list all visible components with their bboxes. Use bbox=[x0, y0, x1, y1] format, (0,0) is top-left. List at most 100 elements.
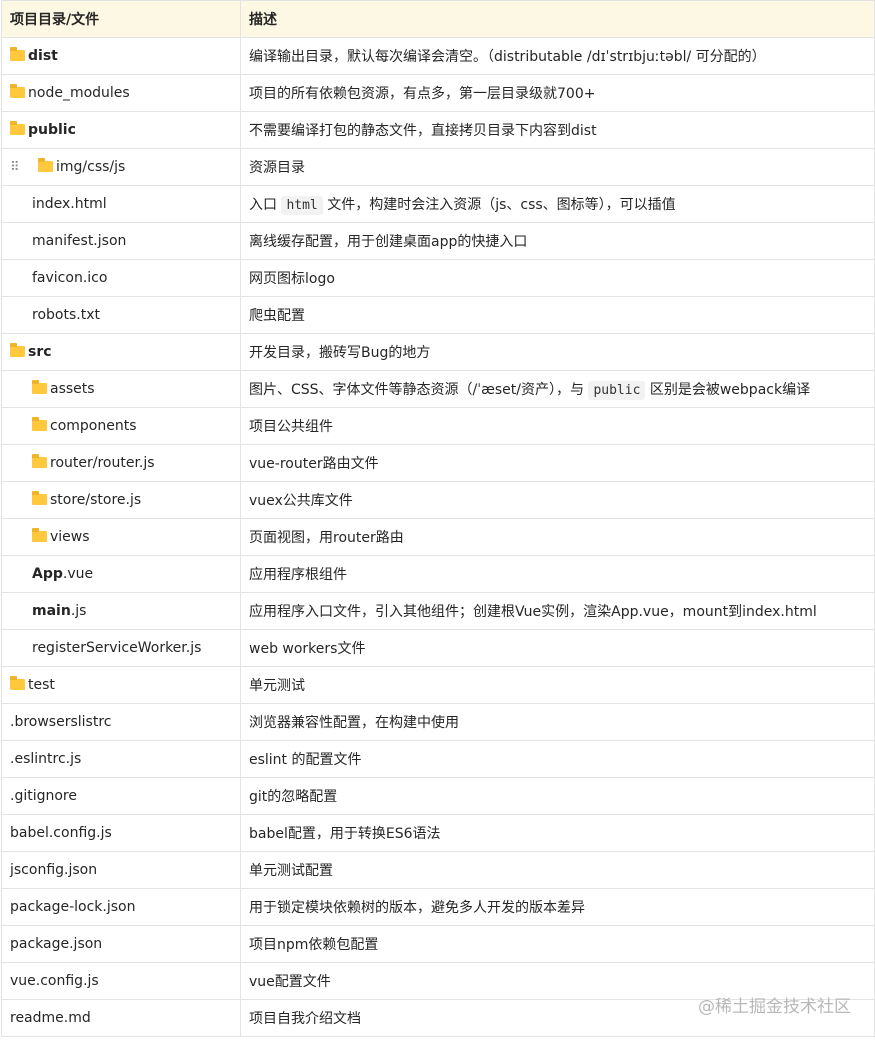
table-row: robots.txt 爬虫配置 bbox=[1, 296, 875, 334]
folder-icon bbox=[10, 343, 25, 357]
description-cell: 爬虫配置 bbox=[240, 296, 875, 334]
path-name: test bbox=[28, 677, 55, 693]
path-name: components bbox=[50, 418, 137, 434]
path-name: favicon.ico bbox=[32, 270, 108, 286]
folder-icon bbox=[32, 528, 47, 542]
folder-icon bbox=[32, 417, 47, 431]
path-cell: ⠿ img/css/js bbox=[1, 148, 241, 186]
path-name: views bbox=[50, 529, 90, 545]
description-cell: 开发目录，搬砖写Bug的地方 bbox=[240, 333, 875, 371]
path-cell: store/store.js bbox=[1, 481, 241, 519]
path-cell: components bbox=[1, 407, 241, 445]
column-header-description: 描述 bbox=[240, 0, 875, 38]
path-cell: .gitignore bbox=[1, 777, 241, 815]
table-header-row: 项目目录/文件 描述 bbox=[1, 0, 875, 38]
path-name: public bbox=[28, 122, 76, 138]
path-cell: readme.md bbox=[1, 999, 241, 1037]
table-row: src 开发目录，搬砖写Bug的地方 bbox=[1, 333, 875, 371]
description-text: 图片、CSS、字体文件等静态资源（/ˈæset/资产），与 bbox=[249, 382, 584, 398]
path-name: index.html bbox=[32, 196, 107, 212]
description-cell: 单元测试配置 bbox=[240, 851, 875, 889]
description-cell: vuex公共库文件 bbox=[240, 481, 875, 519]
table-row: babel.config.js babel配置，用于转换ES6语法 bbox=[1, 814, 875, 852]
path-cell: src bbox=[1, 333, 241, 371]
description-cell: 单元测试 bbox=[240, 666, 875, 704]
description-cell: 入口 html 文件，构建时会注入资源（js、css、图标等），可以插值 bbox=[240, 185, 875, 223]
path-name: router/router.js bbox=[50, 455, 155, 471]
path-cell: vue.config.js bbox=[1, 962, 241, 1000]
path-name: manifest.json bbox=[32, 233, 127, 249]
path-cell: robots.txt bbox=[1, 296, 241, 334]
table-row: manifest.json 离线缓存配置，用于创建桌面app的快捷入口 bbox=[1, 222, 875, 260]
description-cell: 不需要编译打包的静态文件，直接拷贝目录下内容到dist bbox=[240, 111, 875, 149]
drag-handle-icon[interactable]: ⠿ bbox=[10, 160, 38, 175]
table-row: dist 编译输出目录，默认每次编译会清空。（distributable /dɪ… bbox=[1, 37, 875, 75]
table-row: node_modules 项目的所有依赖包资源，有点多，第一层目录级就700+ bbox=[1, 74, 875, 112]
path-name-bold: App bbox=[32, 566, 63, 582]
table-row: views 页面视图，用router路由 bbox=[1, 518, 875, 556]
description-cell: 用于锁定模块依赖树的版本，避免多人开发的版本差异 bbox=[240, 888, 875, 926]
description-cell: git的忽略配置 bbox=[240, 777, 875, 815]
path-cell: App.vue bbox=[1, 555, 241, 593]
description-cell: eslint 的配置文件 bbox=[240, 740, 875, 778]
path-cell: registerServiceWorker.js bbox=[1, 629, 241, 667]
table-row: index.html 入口 html 文件，构建时会注入资源（js、css、图标… bbox=[1, 185, 875, 223]
description-text: 入口 bbox=[249, 197, 277, 213]
table-row: test 单元测试 bbox=[1, 666, 875, 704]
column-header-path: 项目目录/文件 bbox=[1, 0, 241, 38]
folder-icon bbox=[10, 84, 25, 98]
path-cell: dist bbox=[1, 37, 241, 75]
project-structure-table: 项目目录/文件 描述 dist 编译输出目录，默认每次编译会清空。（distri… bbox=[1, 0, 875, 1037]
path-cell: manifest.json bbox=[1, 222, 241, 260]
path-name: registerServiceWorker.js bbox=[32, 640, 202, 656]
path-cell: .eslintrc.js bbox=[1, 740, 241, 778]
path-name-ext: .js bbox=[70, 603, 87, 619]
description-cell: 应用程序根组件 bbox=[240, 555, 875, 593]
path-name: src bbox=[28, 344, 52, 360]
table-row: favicon.ico 网页图标logo bbox=[1, 259, 875, 297]
description-cell: 项目的所有依赖包资源，有点多，第一层目录级就700+ bbox=[240, 74, 875, 112]
path-cell: router/router.js bbox=[1, 444, 241, 482]
table-row: store/store.js vuex公共库文件 bbox=[1, 481, 875, 519]
path-cell: views bbox=[1, 518, 241, 556]
folder-icon bbox=[10, 676, 25, 690]
description-text: 文件，构建时会注入资源（js、css、图标等），可以插值 bbox=[327, 197, 676, 213]
path-name: store/store.js bbox=[50, 492, 142, 508]
table-row: ⠿ img/css/js 资源目录 bbox=[1, 148, 875, 186]
path-name: robots.txt bbox=[32, 307, 100, 323]
table-row: .gitignore git的忽略配置 bbox=[1, 777, 875, 815]
path-name: img/css/js bbox=[56, 159, 126, 175]
table-row: router/router.js vue-router路由文件 bbox=[1, 444, 875, 482]
description-cell: 项目公共组件 bbox=[240, 407, 875, 445]
path-cell: index.html bbox=[1, 185, 241, 223]
path-cell: jsconfig.json bbox=[1, 851, 241, 889]
description-text: 区别是会被webpack编译 bbox=[649, 382, 811, 398]
description-cell: 项目npm依赖包配置 bbox=[240, 925, 875, 963]
folder-icon bbox=[10, 121, 25, 135]
path-cell: babel.config.js bbox=[1, 814, 241, 852]
description-cell: 资源目录 bbox=[240, 148, 875, 186]
path-cell: favicon.ico bbox=[1, 259, 241, 297]
path-name: node_modules bbox=[28, 85, 130, 101]
table-row: package-lock.json 用于锁定模块依赖树的版本，避免多人开发的版本… bbox=[1, 888, 875, 926]
path-name: assets bbox=[50, 381, 95, 397]
table-row: App.vue 应用程序根组件 bbox=[1, 555, 875, 593]
table-row: .eslintrc.js eslint 的配置文件 bbox=[1, 740, 875, 778]
table-row: jsconfig.json 单元测试配置 bbox=[1, 851, 875, 889]
description-cell: 编译输出目录，默认每次编译会清空。（distributable /dɪˈstrɪ… bbox=[240, 37, 875, 75]
path-cell: public bbox=[1, 111, 241, 149]
table-row: main.js 应用程序入口文件，引入其他组件；创建根Vue实例，渲染App.v… bbox=[1, 592, 875, 630]
folder-icon bbox=[32, 491, 47, 505]
path-name-bold: main bbox=[32, 603, 71, 619]
path-cell: package.json bbox=[1, 925, 241, 963]
path-cell: node_modules bbox=[1, 74, 241, 112]
description-cell: babel配置，用于转换ES6语法 bbox=[240, 814, 875, 852]
description-cell: 页面视图，用router路由 bbox=[240, 518, 875, 556]
description-cell: vue-router路由文件 bbox=[240, 444, 875, 482]
folder-icon bbox=[32, 454, 47, 468]
folder-icon bbox=[38, 158, 53, 172]
table-row: public 不需要编译打包的静态文件，直接拷贝目录下内容到dist bbox=[1, 111, 875, 149]
description-cell: 应用程序入口文件，引入其他组件；创建根Vue实例，渲染App.vue，mount… bbox=[240, 592, 875, 630]
description-cell: 图片、CSS、字体文件等静态资源（/ˈæset/资产），与 public 区别是… bbox=[240, 370, 875, 408]
folder-icon bbox=[32, 380, 47, 394]
